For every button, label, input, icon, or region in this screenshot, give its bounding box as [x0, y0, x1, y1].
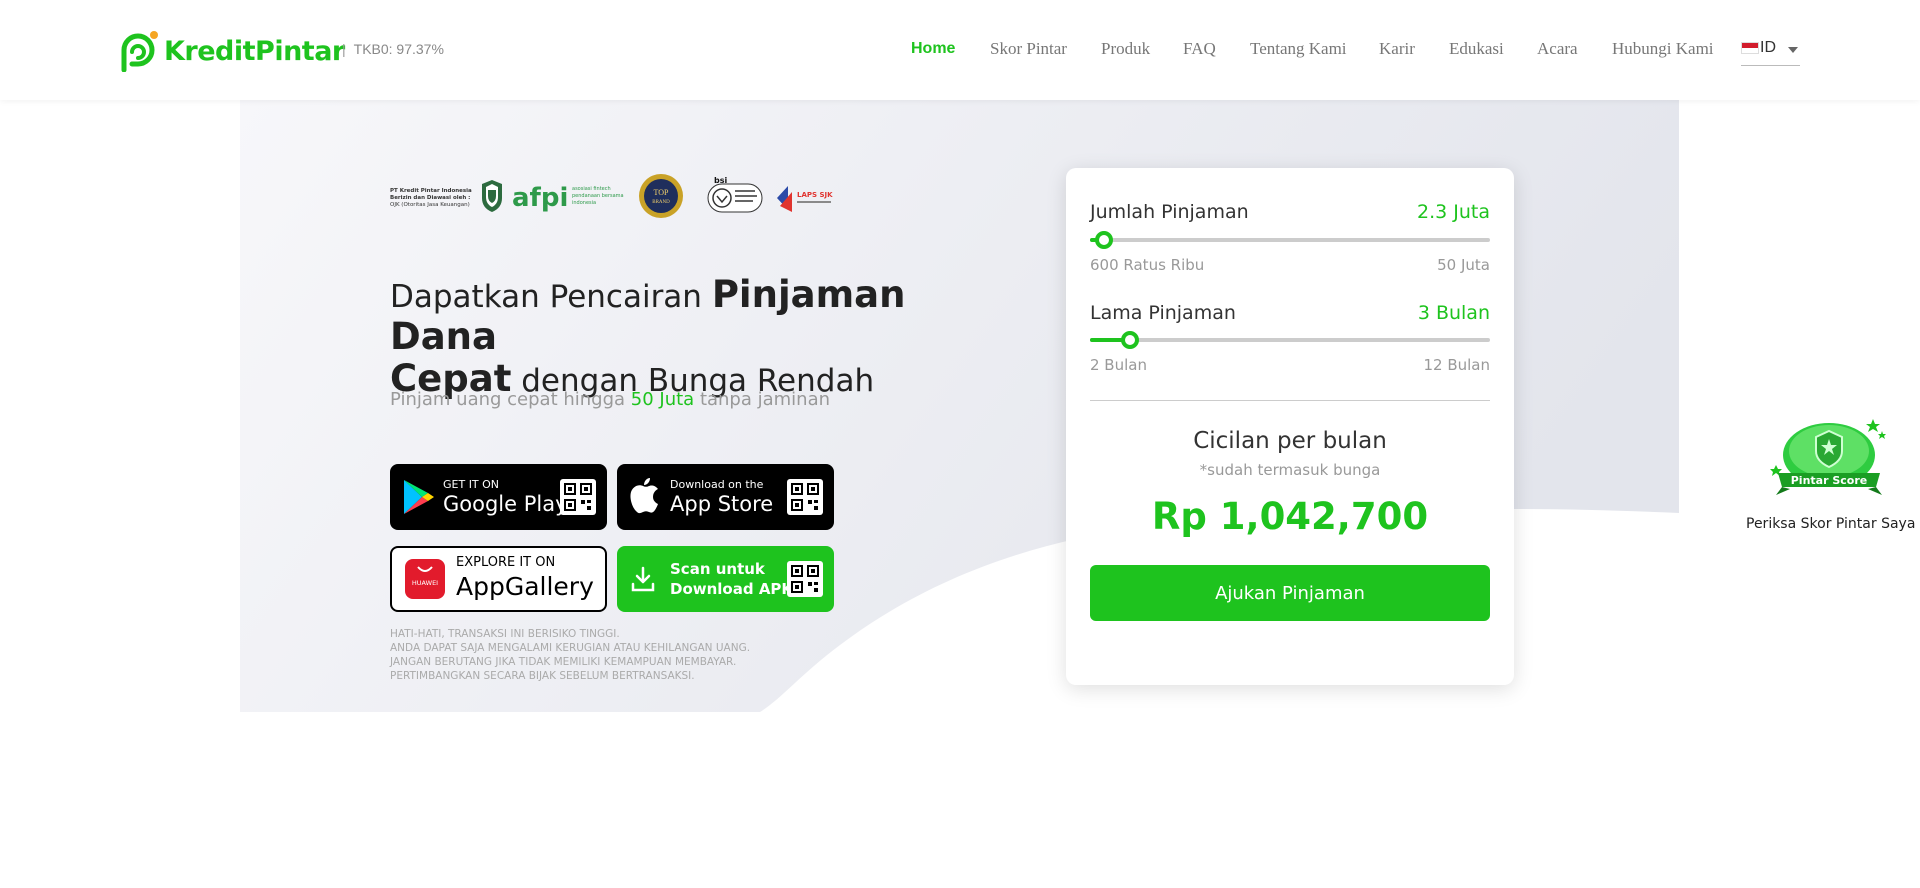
nav-produk[interactable]: Produk	[1101, 39, 1150, 59]
pintar-score-badge-text: Pintar Score	[1791, 474, 1867, 487]
nav-hubungi-kami[interactable]: Hubungi Kami	[1612, 39, 1714, 59]
hero-title: Dapatkan Pencairan Pinjaman Dana Cepat d…	[390, 275, 990, 401]
risk-warning-line: HATI-HATI, TRANSAKSI INI BERISIKO TINGGI…	[390, 628, 620, 640]
app-store-button[interactable]: Download on the App Store	[617, 464, 834, 530]
nav-karir[interactable]: Karir	[1379, 39, 1415, 59]
svg-text:OJK (Otoritas Jasa Keuangan): OJK (Otoritas Jasa Keuangan)	[390, 202, 470, 208]
svg-text:PT Kredit Pintar Indonesia: PT Kredit Pintar Indonesia	[390, 188, 472, 194]
indonesia-flag-icon	[1741, 42, 1759, 54]
svg-text:bsi: bsi	[714, 176, 727, 185]
google-play-icon	[404, 480, 434, 514]
loan-tenor-min: 2 Bulan	[1090, 356, 1147, 374]
installment-title: Cicilan per bulan	[1193, 428, 1387, 454]
pintar-score-link[interactable]: Periksa Skor Pintar Saya	[1746, 516, 1915, 532]
loan-tenor-slider[interactable]	[1090, 331, 1490, 349]
app-store-small-text: Download on the	[670, 478, 764, 491]
loan-tenor-value: 3 Bulan	[1417, 302, 1490, 324]
loan-amount-label: Jumlah Pinjaman	[1090, 201, 1249, 223]
risk-warning: HATI-HATI, TRANSAKSI INI BERISIKO TINGGI…	[390, 627, 750, 683]
svg-text:BRAND: BRAND	[652, 200, 670, 205]
top-brand-badge: TOP BRAND	[639, 174, 683, 218]
apk-line1: Scan untuk	[670, 560, 765, 578]
qr-code-icon	[787, 479, 823, 515]
svg-text:TOP: TOP	[654, 188, 670, 197]
loan-calculator-card: Jumlah Pinjaman 2.3 Juta 600 Ratus Ribu …	[1066, 168, 1514, 685]
download-apk-button[interactable]: Scan untuk Download APK	[617, 546, 834, 612]
google-play-button[interactable]: GET IT ON Google Play	[390, 464, 607, 530]
loan-tenor-header: Lama Pinjaman 3 Bulan	[1090, 302, 1490, 324]
partner-logos: PT Kredit Pintar Indonesia Berizin dan D…	[390, 174, 833, 218]
loan-tenor-slider-thumb[interactable]	[1121, 331, 1139, 349]
laps-sjk-logo: LAPS SJK	[777, 186, 833, 212]
loan-amount-slider-thumb[interactable]	[1095, 231, 1113, 249]
google-play-small-text: GET IT ON	[443, 478, 500, 491]
apk-line2: Download APK	[670, 580, 794, 598]
loan-tenor-max: 12 Bulan	[1423, 356, 1490, 374]
subtitle-text-end: tanpa jaminan	[694, 389, 831, 410]
hero-title-part1: Dapatkan Pencairan	[390, 279, 712, 315]
apply-loan-button[interactable]: Ajukan Pinjaman	[1090, 565, 1490, 621]
ojk-shield-icon	[482, 180, 502, 212]
svg-text:indonesia: indonesia	[572, 200, 596, 206]
subtitle-highlight: 50 Juta	[630, 389, 695, 410]
appgallery-label: AppGallery	[456, 572, 594, 601]
nav-edukasi[interactable]: Edukasi	[1449, 39, 1504, 59]
loan-amount-value: 2.3 Juta	[1417, 201, 1490, 223]
subtitle-text: Pinjam uang cepat hingga	[390, 389, 631, 410]
card-divider	[1090, 400, 1490, 401]
download-icon	[631, 566, 655, 592]
appgallery-small-text: EXPLORE IT ON	[456, 555, 556, 570]
google-play-label: Google Play	[443, 492, 568, 516]
nav-tentang-kami[interactable]: Tentang Kami	[1250, 39, 1347, 59]
loan-tenor-range: 2 Bulan 12 Bulan	[1090, 356, 1490, 374]
installment-amount: Rp 1,042,700	[1151, 495, 1429, 538]
qr-code-icon	[560, 479, 596, 515]
risk-warning-line: ANDA DAPAT SAJA MENGALAMI KERUGIAN ATAU …	[390, 642, 751, 654]
apple-icon	[630, 478, 658, 514]
app-store-label: App Store	[670, 492, 774, 516]
nav-home[interactable]: Home	[911, 40, 955, 58]
svg-text:LAPS SJK: LAPS SJK	[797, 191, 833, 199]
nav-faq[interactable]: FAQ	[1183, 39, 1216, 59]
loan-amount-min: 600 Ratus Ribu	[1090, 256, 1205, 274]
chevron-down-icon	[1788, 47, 1798, 53]
language-label: ID	[1760, 39, 1776, 56]
ojk-registration-text: PT Kredit Pintar Indonesia Berizin dan D…	[390, 188, 472, 208]
svg-text:asosiasi fintech: asosiasi fintech	[572, 186, 611, 192]
svg-text:pendanaan bersama: pendanaan bersama	[572, 193, 624, 199]
loan-amount-slider[interactable]	[1090, 231, 1490, 249]
svg-text:Berizin dan Diawasi oleh :: Berizin dan Diawasi oleh :	[390, 195, 470, 201]
installment-note: *sudah termasuk bunga	[1199, 461, 1381, 479]
language-selector[interactable]: ID	[1741, 38, 1800, 66]
pintar-score-badge[interactable]: Pintar Score	[1770, 415, 1888, 505]
main-nav: Home Skor Pintar Produk FAQ Tentang Kami…	[0, 39, 1920, 63]
hero-subtitle: Pinjam uang cepat hingga 50 Juta tanpa j…	[390, 389, 830, 410]
loan-amount-range: 600 Ratus Ribu 50 Juta	[1090, 256, 1490, 274]
huawei-appgallery-icon: HUAWEI	[405, 559, 445, 599]
svg-text:HUAWEI: HUAWEI	[412, 579, 438, 587]
bsi-certification-badge: bsi	[707, 176, 763, 213]
appgallery-button[interactable]: HUAWEI EXPLORE IT ON AppGallery	[390, 546, 607, 612]
site-header: KreditPintar | TKB0: 97.37% Home Skor Pin…	[0, 0, 1920, 100]
risk-warning-line: PERTIMBANGKAN SECARA BIJAK SEBELUM BERTR…	[390, 670, 695, 682]
afpi-logo: afpi	[512, 183, 568, 213]
afpi-caption: asosiasi fintech pendanaan bersama indon…	[572, 186, 624, 206]
nav-skor-pintar[interactable]: Skor Pintar	[990, 39, 1067, 59]
nav-acara[interactable]: Acara	[1537, 39, 1578, 59]
loan-tenor-label: Lama Pinjaman	[1090, 302, 1236, 324]
qr-code-icon	[787, 561, 823, 597]
risk-warning-line: JANGAN BERUTANG JIKA TIDAK MEMILIKI KEMA…	[390, 656, 737, 668]
loan-amount-max: 50 Juta	[1437, 256, 1490, 274]
loan-amount-header: Jumlah Pinjaman 2.3 Juta	[1090, 201, 1490, 223]
